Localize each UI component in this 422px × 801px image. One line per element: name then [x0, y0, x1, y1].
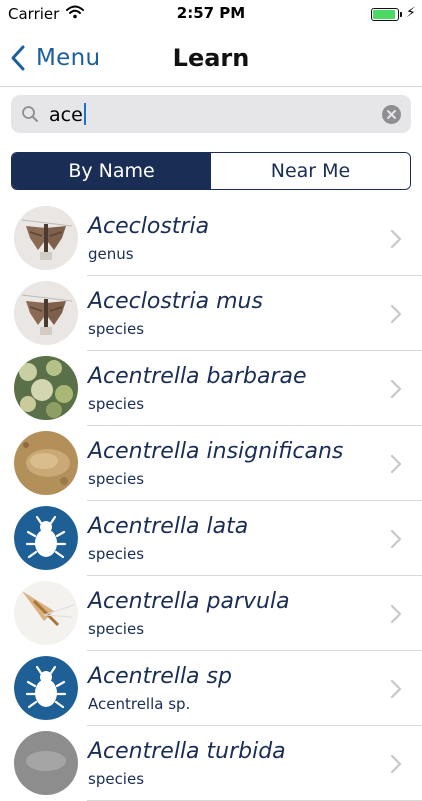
charging-icon: ⚡	[406, 5, 416, 21]
item-rank: species	[88, 470, 145, 488]
bug-icon	[14, 656, 78, 720]
taxon-photo	[14, 356, 78, 420]
item-rank: species	[88, 620, 145, 638]
list-item[interactable]: Acentrella parvula species	[0, 576, 422, 651]
segment-near-me[interactable]: Near Me	[211, 153, 410, 189]
chevron-right-icon	[390, 529, 402, 549]
search-value: ace	[49, 104, 83, 126]
list-item[interactable]: Acentrella lata species	[0, 501, 422, 576]
item-title: Acentrella sp	[88, 664, 232, 689]
item-title: Acentrella turbida	[88, 739, 286, 764]
item-rank: genus	[88, 245, 134, 263]
navigation-bar: Menu Learn	[0, 30, 422, 87]
battery-icon	[371, 8, 399, 21]
text-cursor	[83, 103, 86, 125]
list-item[interactable]: Aceclostria genus	[0, 201, 422, 276]
item-rank: species	[88, 320, 145, 338]
status-bar: Carrier 2:57 PM ⚡	[0, 0, 422, 30]
chevron-right-icon	[390, 754, 402, 774]
item-title: Acentrella insignificans	[88, 439, 344, 464]
item-title: Acentrella barbarae	[88, 364, 307, 389]
item-title: Acentrella lata	[88, 514, 249, 539]
search-field[interactable]: ace	[11, 95, 411, 133]
taxon-photo	[14, 731, 78, 795]
item-title: Aceclostria	[88, 214, 210, 239]
taxon-photo	[14, 206, 78, 270]
chevron-right-icon	[390, 454, 402, 474]
battery-level	[373, 10, 395, 19]
list-item[interactable]: Acentrella sp Acentrella sp.	[0, 651, 422, 726]
search-icon	[22, 106, 38, 122]
taxa-list: Aceclostria genus Aceclostria mus species Ac…	[0, 201, 422, 801]
item-rank: species	[88, 395, 145, 413]
clear-icon[interactable]	[382, 105, 401, 124]
taxon-photo	[14, 581, 78, 645]
bug-icon	[14, 506, 78, 570]
taxon-photo	[14, 431, 78, 495]
segment-by-name[interactable]: By Name	[12, 153, 211, 189]
chevron-right-icon	[390, 304, 402, 324]
chevron-right-icon	[390, 679, 402, 699]
battery-cap	[400, 12, 402, 17]
list-item[interactable]: Acentrella barbarae species	[0, 351, 422, 426]
chevron-right-icon	[390, 604, 402, 624]
chevron-right-icon	[390, 229, 402, 249]
item-rank: species	[88, 770, 145, 788]
item-rank: species	[88, 545, 145, 563]
page-title: Learn	[172, 44, 250, 72]
item-title: Acentrella parvula	[88, 589, 290, 614]
taxon-photo	[14, 281, 78, 345]
list-item[interactable]: Acentrella turbida species	[0, 726, 422, 801]
chevron-right-icon	[390, 379, 402, 399]
search-input[interactable]: ace	[49, 103, 86, 126]
segmented-control: By Name Near Me	[11, 152, 411, 190]
status-time: 2:57 PM	[176, 4, 246, 22]
item-title: Aceclostria mus	[88, 289, 263, 314]
item-rank: Acentrella sp.	[88, 695, 191, 713]
list-item[interactable]: Aceclostria mus species	[0, 276, 422, 351]
list-item[interactable]: Acentrella insignificans species	[0, 426, 422, 501]
